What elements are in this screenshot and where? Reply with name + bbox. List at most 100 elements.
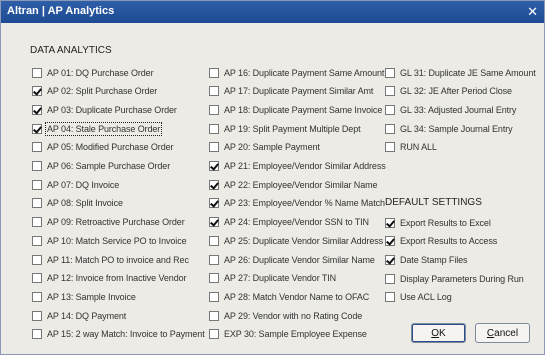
checkbox-ap-09-retroactive-purchase-order[interactable]: AP 09: Retroactive Purchase Order bbox=[32, 216, 185, 229]
checkbox-unchecked-icon[interactable] bbox=[32, 179, 42, 190]
checkbox-gl-33-adjusted-journal-entry[interactable]: GL 33: Adjusted Journal Entry bbox=[385, 103, 516, 116]
checkbox-ap-28-match-vendor-name-to-ofac[interactable]: AP 28: Match Vendor Name to OFAC bbox=[209, 290, 369, 303]
checkbox-export-results-to-excel[interactable]: Export Results to Excel bbox=[385, 216, 491, 229]
checkbox-unchecked-icon[interactable] bbox=[32, 67, 42, 78]
checkbox-checked-icon[interactable] bbox=[209, 198, 219, 209]
checkbox-ap-11-match-po-to-invoice-and-rec[interactable]: AP 11: Match PO to invoice and Rec bbox=[32, 253, 189, 266]
checkbox-ap-03-duplicate-purchase-order[interactable]: AP 03: Duplicate Purchase Order bbox=[32, 103, 177, 116]
checkbox-unchecked-icon[interactable] bbox=[385, 86, 395, 97]
checkbox-ap-12-invoice-from-inactive-vendor[interactable]: AP 12: Invoice from Inactive Vendor bbox=[32, 272, 187, 285]
checkbox-unchecked-icon[interactable] bbox=[32, 273, 42, 284]
checkbox-unchecked-icon[interactable] bbox=[209, 104, 219, 115]
close-icon[interactable]: ✕ bbox=[527, 3, 538, 20]
checkbox-unchecked-icon[interactable] bbox=[385, 142, 395, 153]
checkbox-label: AP 24: Employee/Vendor SSN to TIN bbox=[224, 217, 369, 228]
checkbox-unchecked-icon[interactable] bbox=[32, 254, 42, 265]
checkbox-label: GL 33: Adjusted Journal Entry bbox=[400, 104, 517, 115]
checkbox-ap-17-duplicate-payment-similar-amt[interactable]: AP 17: Duplicate Payment Similar Amt bbox=[209, 85, 373, 98]
checkbox-checked-icon[interactable] bbox=[32, 86, 42, 97]
checkbox-ap-15-2-way-match-invoice-to-payment[interactable]: AP 15: 2 way Match: Invoice to Payment bbox=[32, 328, 205, 341]
checkbox-unchecked-icon[interactable] bbox=[209, 86, 219, 97]
checkbox-ap-27-duplicate-vendor-tin[interactable]: AP 27: Duplicate Vendor TIN bbox=[209, 272, 336, 285]
checkbox-date-stamp-files[interactable]: Date Stamp Files bbox=[385, 253, 468, 266]
checkbox-label: AP 27: Duplicate Vendor TIN bbox=[224, 273, 337, 284]
checkbox-exp-30-sample-employee-expense[interactable]: EXP 30: Sample Employee Expense bbox=[209, 328, 367, 341]
checkbox-checked-icon[interactable] bbox=[385, 236, 395, 247]
checkbox-ap-29-vendor-with-no-rating-code[interactable]: AP 29: Vendor with no Rating Code bbox=[209, 309, 362, 322]
checkbox-checked-icon[interactable] bbox=[209, 217, 219, 228]
checkbox-ap-02-split-purchase-order[interactable]: AP 02: Split Purchase Order bbox=[32, 85, 157, 98]
checkbox-label: AP 20: Sample Payment bbox=[224, 142, 320, 153]
checkbox-unchecked-icon[interactable] bbox=[32, 329, 42, 340]
checkbox-unchecked-icon[interactable] bbox=[209, 142, 219, 153]
checkbox-gl-32-je-after-period-close[interactable]: GL 32: JE After Period Close bbox=[385, 85, 512, 98]
checkbox-label: EXP 30: Sample Employee Expense bbox=[224, 329, 367, 340]
checkbox-ap-26-duplicate-vendor-similar-name[interactable]: AP 26: Duplicate Vendor Similar Name bbox=[209, 253, 375, 266]
checkbox-unchecked-icon[interactable] bbox=[209, 235, 219, 246]
checkbox-unchecked-icon[interactable] bbox=[32, 217, 42, 228]
checkbox-unchecked-icon[interactable] bbox=[209, 329, 219, 340]
checkbox-label: AP 22: Employee/Vendor Similar Name bbox=[224, 179, 378, 190]
checkbox-unchecked-icon[interactable] bbox=[385, 292, 395, 303]
cancel-label-rest: ancel bbox=[494, 327, 519, 339]
checkbox-checked-icon[interactable] bbox=[32, 123, 42, 134]
checkbox-export-results-to-access[interactable]: Export Results to Access bbox=[385, 235, 497, 248]
checkbox-unchecked-icon[interactable] bbox=[209, 67, 219, 78]
checkbox-label: Date Stamp Files bbox=[400, 254, 468, 265]
checkbox-gl-31-duplicate-je-same-amount[interactable]: GL 31: Duplicate JE Same Amount bbox=[385, 66, 536, 79]
checkbox-unchecked-icon[interactable] bbox=[209, 273, 219, 284]
checkbox-label: AP 13: Sample Invoice bbox=[47, 291, 136, 302]
checkbox-run-all[interactable]: RUN ALL bbox=[385, 141, 437, 154]
checkbox-unchecked-icon[interactable] bbox=[385, 273, 395, 284]
checkbox-gl-34-sample-journal-entry[interactable]: GL 34: Sample Journal Entry bbox=[385, 122, 513, 135]
checkbox-unchecked-icon[interactable] bbox=[32, 198, 42, 209]
checkbox-unchecked-icon[interactable] bbox=[209, 123, 219, 134]
checkbox-label: AP 05: Modified Purchase Order bbox=[47, 142, 174, 153]
checkbox-label: AP 01: DQ Purchase Order bbox=[47, 67, 154, 78]
checkbox-ap-19-split-payment-multiple-dept[interactable]: AP 19: Split Payment Multiple Dept bbox=[209, 122, 361, 135]
checkbox-display-parameters-during-run[interactable]: Display Parameters During Run bbox=[385, 272, 524, 285]
checkbox-unchecked-icon[interactable] bbox=[32, 142, 42, 153]
checkbox-ap-04-stale-purchase-order[interactable]: AP 04: Stale Purchase Order bbox=[32, 121, 163, 136]
cancel-mnemonic: C bbox=[486, 327, 495, 339]
checkbox-ap-14-dq-payment[interactable]: AP 14: DQ Payment bbox=[32, 309, 126, 322]
checkbox-unchecked-icon[interactable] bbox=[32, 291, 42, 302]
checkbox-ap-07-dq-invoice[interactable]: AP 07: DQ Invoice bbox=[32, 178, 119, 191]
title-bar[interactable]: Altran | AP Analytics ✕ bbox=[1, 1, 544, 23]
checkbox-ap-10-match-service-po-to-invoice[interactable]: AP 10: Match Service PO to Invoice bbox=[32, 234, 187, 247]
checkbox-unchecked-icon[interactable] bbox=[32, 310, 42, 321]
checkbox-ap-13-sample-invoice[interactable]: AP 13: Sample Invoice bbox=[32, 290, 136, 303]
checkbox-ap-25-duplicate-vendor-similar-address[interactable]: AP 25: Duplicate Vendor Similar Address bbox=[209, 234, 383, 247]
checkbox-ap-06-sample-purchase-order[interactable]: AP 06: Sample Purchase Order bbox=[32, 160, 170, 173]
checkbox-label: AP 06: Sample Purchase Order bbox=[47, 161, 171, 171]
checkbox-ap-23-employee-vendor-name-match[interactable]: AP 23: Employee/Vendor % Name Match bbox=[209, 197, 385, 210]
checkbox-checked-icon[interactable] bbox=[209, 179, 219, 190]
checkbox-checked-icon[interactable] bbox=[209, 161, 219, 171]
checkbox-ap-21-employee-vendor-similar-address[interactable]: AP 21: Employee/Vendor Similar Address bbox=[209, 160, 386, 173]
checkbox-label: AP 21: Employee/Vendor Similar Address bbox=[224, 161, 386, 171]
checkbox-ap-24-employee-vendor-ssn-to-tin[interactable]: AP 24: Employee/Vendor SSN to TIN bbox=[209, 216, 369, 229]
checkbox-ap-08-split-invoice[interactable]: AP 08: Split Invoice bbox=[32, 197, 123, 210]
checkbox-ap-01-dq-purchase-order[interactable]: AP 01: DQ Purchase Order bbox=[32, 66, 154, 79]
checkbox-ap-18-duplicate-payment-same-invoice[interactable]: AP 18: Duplicate Payment Same Invoice bbox=[209, 103, 382, 116]
checkbox-unchecked-icon[interactable] bbox=[385, 123, 395, 134]
ok-button[interactable]: OK bbox=[411, 323, 466, 343]
checkbox-unchecked-icon[interactable] bbox=[209, 310, 219, 321]
cancel-button[interactable]: Cancel bbox=[475, 323, 530, 343]
checkbox-unchecked-icon[interactable] bbox=[385, 67, 395, 78]
checkbox-label: AP 09: Retroactive Purchase Order bbox=[47, 217, 185, 228]
checkbox-label: AP 10: Match Service PO to Invoice bbox=[47, 235, 187, 246]
checkbox-checked-icon[interactable] bbox=[32, 104, 42, 115]
checkbox-unchecked-icon[interactable] bbox=[385, 104, 395, 115]
checkbox-ap-05-modified-purchase-order[interactable]: AP 05: Modified Purchase Order bbox=[32, 141, 174, 154]
checkbox-ap-16-duplicate-payment-same-amount[interactable]: AP 16: Duplicate Payment Same Amount bbox=[209, 66, 384, 79]
checkbox-ap-20-sample-payment[interactable]: AP 20: Sample Payment bbox=[209, 141, 320, 154]
checkbox-unchecked-icon[interactable] bbox=[32, 161, 42, 171]
checkbox-unchecked-icon[interactable] bbox=[32, 235, 42, 246]
checkbox-checked-icon[interactable] bbox=[385, 217, 395, 228]
checkbox-unchecked-icon[interactable] bbox=[209, 254, 219, 265]
checkbox-ap-22-employee-vendor-similar-name[interactable]: AP 22: Employee/Vendor Similar Name bbox=[209, 178, 378, 191]
checkbox-checked-icon[interactable] bbox=[385, 254, 395, 265]
checkbox-unchecked-icon[interactable] bbox=[209, 291, 219, 302]
checkbox-use-acl-log[interactable]: Use ACL Log bbox=[385, 291, 452, 304]
